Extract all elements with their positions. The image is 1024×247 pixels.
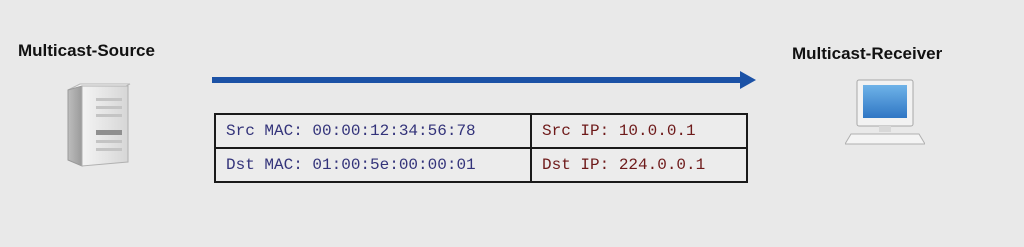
- packet-header-table: Src MAC: 00:00:12:34:56:78 Src IP: 10.0.…: [214, 113, 748, 183]
- src-ip-cell: Src IP: 10.0.0.1: [530, 113, 748, 149]
- dst-ip-cell: Dst IP: 224.0.0.1: [530, 147, 748, 183]
- arrow-right-icon: [210, 68, 758, 92]
- table-row: Dst MAC: 01:00:5e:00:00:01 Dst IP: 224.0…: [214, 147, 748, 183]
- server-icon: [66, 80, 132, 168]
- table-row: Src MAC: 00:00:12:34:56:78 Src IP: 10.0.…: [214, 113, 748, 149]
- dst-mac-cell: Dst MAC: 01:00:5e:00:00:01: [214, 147, 532, 183]
- source-label: Multicast-Source: [18, 41, 155, 60]
- receiver-label: Multicast-Receiver: [792, 44, 943, 63]
- src-mac-cell: Src MAC: 00:00:12:34:56:78: [214, 113, 532, 149]
- computer-icon: [844, 78, 926, 150]
